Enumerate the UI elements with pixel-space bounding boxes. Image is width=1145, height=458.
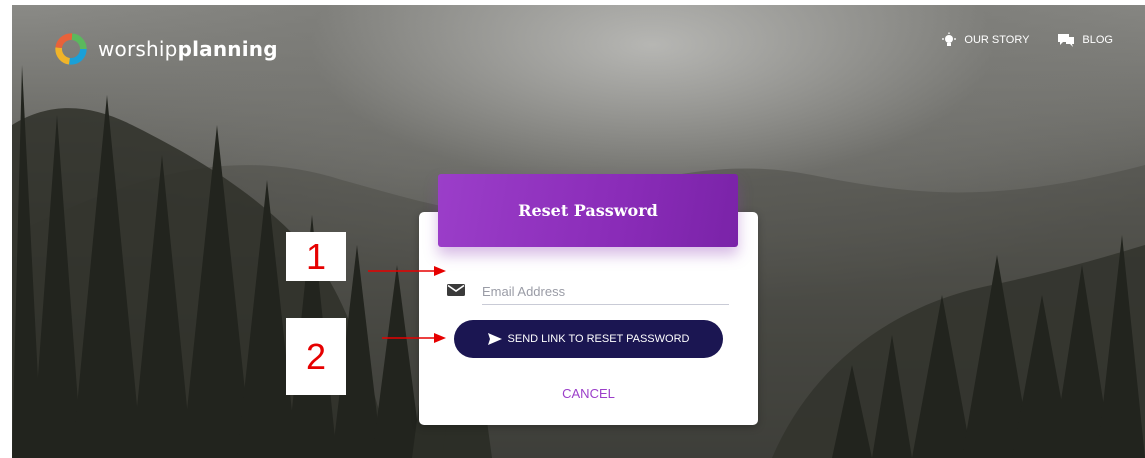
annotation-step-2: 2	[286, 318, 346, 395]
send-icon	[487, 333, 502, 345]
logo-ring-icon	[55, 33, 87, 65]
worshipplanning-logo[interactable]: worshipplanning	[52, 31, 278, 67]
annotation-step-1: 1	[286, 232, 346, 281]
chat-bubbles-icon	[1058, 34, 1075, 47]
send-reset-link-label: SEND LINK TO RESET PASSWORD	[507, 333, 690, 345]
card-title: Reset Password	[518, 201, 658, 220]
send-reset-link-button[interactable]: SEND LINK TO RESET PASSWORD	[454, 320, 723, 358]
logo-text-light: worship	[98, 37, 178, 61]
nav-blog-label: BLOG	[1082, 34, 1113, 46]
lightbulb-icon	[942, 32, 957, 46]
nav-our-story-label: OUR STORY	[964, 34, 1030, 46]
annotation-arrow-2	[382, 333, 446, 343]
logo-text-bold: planning	[177, 37, 278, 61]
logo-text: worshipplanning	[98, 37, 278, 61]
nav-blog-link[interactable]: BLOG	[1057, 32, 1113, 48]
email-input[interactable]	[482, 278, 729, 305]
nav-our-story-link[interactable]: OUR STORY	[941, 32, 1029, 48]
email-field-row	[446, 278, 729, 306]
top-navigation: OUR STORY BLOG	[941, 32, 1113, 48]
annotation-arrow-1	[368, 266, 446, 276]
cancel-link[interactable]: CANCEL	[419, 386, 758, 401]
card-header: Reset Password	[438, 174, 738, 247]
envelope-icon	[447, 284, 465, 296]
